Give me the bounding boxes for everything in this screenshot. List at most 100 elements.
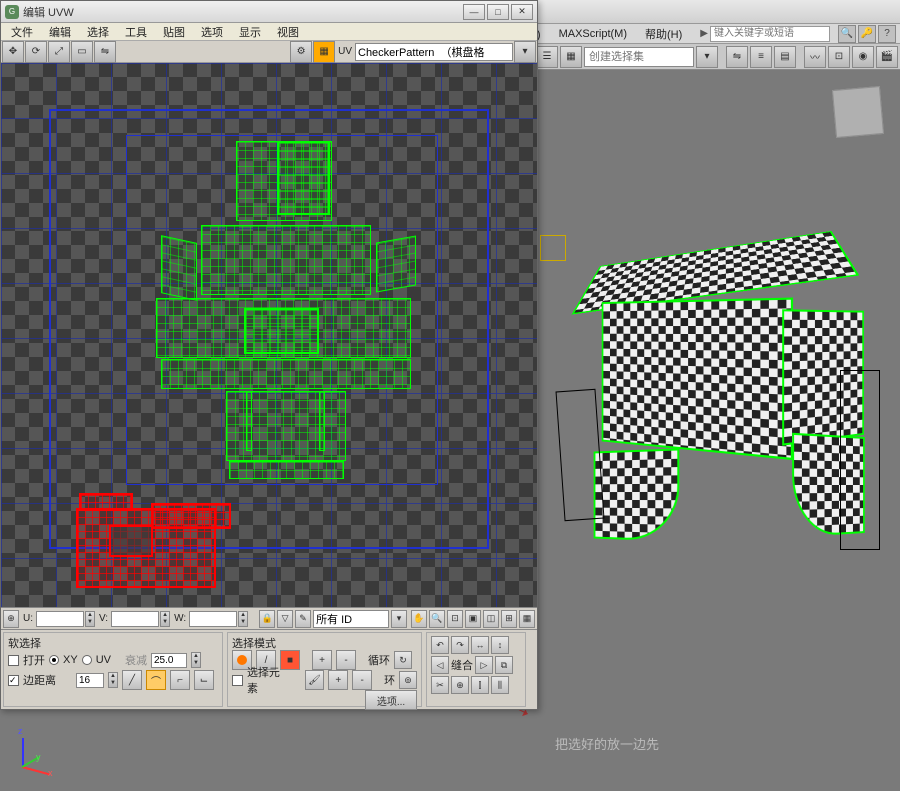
tool-material-icon[interactable]: ◉	[852, 46, 874, 68]
v-input[interactable]	[111, 611, 159, 627]
menu-maxscript[interactable]: MAXScript(M)	[551, 26, 635, 42]
paint-select-icon[interactable]: 🖌	[305, 670, 325, 690]
menu-display[interactable]: 显示	[231, 22, 269, 42]
show-map-icon[interactable]: ▦	[313, 41, 335, 63]
u-input[interactable]	[36, 611, 84, 627]
abs-rel-toggle-icon[interactable]: ⊕	[3, 610, 19, 628]
options-button[interactable]: 选项...	[365, 690, 417, 710]
falloff-spinner[interactable]: ▲▼	[191, 652, 201, 668]
binoculars-icon[interactable]: 🔍	[838, 25, 856, 43]
uv-shell-bumper[interactable]	[161, 359, 411, 389]
falloff-smooth-icon[interactable]: ⌒	[146, 670, 166, 690]
edge-dist-input[interactable]	[76, 673, 104, 688]
uv-shell-cab-window[interactable]	[277, 141, 330, 215]
key-icon[interactable]: 🔑	[858, 25, 876, 43]
dropdown-arrow-icon[interactable]: ▾	[696, 46, 718, 68]
v-spinner[interactable]: ▲▼	[160, 611, 170, 627]
viewcube[interactable]	[832, 86, 884, 138]
flip-v-icon[interactable]: ↕	[491, 636, 509, 654]
close-button[interactable]: ✕	[511, 4, 533, 20]
weld-icon[interactable]: ⊕	[451, 676, 469, 694]
align-u-icon[interactable]: ⫿	[471, 676, 489, 694]
zoom-region-icon[interactable]: ⊡	[447, 610, 463, 628]
uv-shell-side-right[interactable]	[376, 235, 416, 292]
texture-dropdown-arrow-icon[interactable]: ▾	[514, 41, 536, 63]
search-input[interactable]	[710, 26, 830, 42]
snap-icon[interactable]: ⊞	[501, 610, 517, 628]
menu-tool[interactable]: 工具	[117, 22, 155, 42]
uv-shell-upper-body[interactable]	[201, 225, 371, 295]
uvw-canvas[interactable]	[1, 63, 537, 607]
falloff-input[interactable]	[151, 653, 187, 668]
grow-button[interactable]: +	[312, 650, 332, 670]
minimize-button[interactable]: —	[463, 4, 485, 20]
tool-named-sel-icon[interactable]: ☰	[536, 46, 558, 68]
uv-shell-strut-right[interactable]	[319, 391, 325, 451]
freeform-tool-icon[interactable]: ▭	[71, 41, 93, 63]
loop-button-icon[interactable]: ↻	[394, 651, 412, 669]
tool-sel-filter-icon[interactable]: ▦	[560, 46, 582, 68]
menu-options[interactable]: 选项	[193, 22, 231, 42]
edge-dist-checkbox[interactable]	[8, 675, 19, 686]
id-dropdown-arrow-icon[interactable]: ▾	[391, 610, 407, 628]
falloff-linear-icon[interactable]: ╱	[122, 670, 142, 690]
u-spinner[interactable]: ▲▼	[85, 611, 95, 627]
zoom-extents-sel-icon[interactable]: ◫	[483, 610, 499, 628]
stitch-right-icon[interactable]: ▷	[475, 656, 493, 674]
grid-snap-icon[interactable]: ▦	[519, 610, 535, 628]
rotate-cw-icon[interactable]: ↷	[451, 636, 469, 654]
uv-shell-grille[interactable]	[244, 308, 319, 354]
info-icon[interactable]: ?	[878, 25, 896, 43]
paint-grow-icon[interactable]: +	[328, 670, 348, 690]
options-gear-icon[interactable]: ⚙	[290, 41, 312, 63]
filter-sel-icon[interactable]: ▽	[277, 610, 293, 628]
move-tool-icon[interactable]: ✥	[2, 41, 24, 63]
selection-set-dropdown[interactable]	[584, 47, 694, 67]
tool-mirror-icon[interactable]: ⇋	[726, 46, 748, 68]
w-input[interactable]	[189, 611, 237, 627]
ring-button-icon[interactable]: ⊚	[399, 671, 417, 689]
menu-select[interactable]: 选择	[79, 22, 117, 42]
stitch-tool-icon[interactable]: ⧉	[495, 656, 513, 674]
paint-shrink-icon[interactable]: -	[352, 670, 372, 690]
zoom-extents-icon[interactable]: ▣	[465, 610, 481, 628]
uvw-titlebar[interactable]: G 编辑 UVW — □ ✕	[1, 1, 537, 23]
break-icon[interactable]: ✂	[431, 676, 449, 694]
menu-texture[interactable]: 贴图	[155, 22, 193, 42]
uv-radio[interactable]	[82, 655, 92, 665]
pan-icon[interactable]: ✋	[411, 610, 427, 628]
uv-shell-strut-left[interactable]	[246, 391, 252, 451]
align-v-icon[interactable]: ⫼	[491, 676, 509, 694]
maximize-button[interactable]: □	[487, 4, 509, 20]
rotate-tool-icon[interactable]: ⟳	[25, 41, 47, 63]
menu-file[interactable]: 文件	[3, 22, 41, 42]
lock-sel-icon[interactable]: 🔒	[259, 610, 275, 628]
tool-schematic-icon[interactable]: ⊡	[828, 46, 850, 68]
texture-dropdown[interactable]	[355, 43, 513, 61]
falloff-slow-icon[interactable]: ⌐	[170, 670, 190, 690]
stitch-left-icon[interactable]: ◁	[431, 656, 449, 674]
tool-align-icon[interactable]: ≡	[750, 46, 772, 68]
flip-h-icon[interactable]: ↔	[471, 636, 489, 654]
falloff-fast-icon[interactable]: ⌙	[194, 670, 214, 690]
menu-edit[interactable]: 编辑	[41, 22, 79, 42]
tool-curve-editor-icon[interactable]: 〰	[804, 46, 826, 68]
open-checkbox[interactable]	[8, 655, 19, 666]
tool-render-setup-icon[interactable]: 🎬	[876, 46, 898, 68]
material-id-dropdown[interactable]	[313, 610, 389, 628]
scale-tool-icon[interactable]: ⤢	[48, 41, 70, 63]
rotate-ccw-icon[interactable]: ↶	[431, 636, 449, 654]
xy-radio[interactable]	[49, 655, 59, 665]
uv-shell-bottom[interactable]	[229, 461, 344, 479]
edge-dist-spinner[interactable]: ▲▼	[108, 672, 118, 688]
uv-selected-shell-window-hole[interactable]	[109, 525, 153, 557]
menu-view[interactable]: 视图	[269, 22, 307, 42]
menu-help[interactable]: 帮助(H)	[637, 24, 690, 44]
mirror-tool-icon[interactable]: ⇋	[94, 41, 116, 63]
uv-shell-side-left[interactable]	[161, 235, 197, 301]
w-spinner[interactable]: ▲▼	[238, 611, 248, 627]
uv-shell-lower[interactable]	[226, 391, 346, 461]
shrink-button[interactable]: -	[336, 650, 356, 670]
tool-layers-icon[interactable]: ▤	[774, 46, 796, 68]
select-element-checkbox[interactable]	[232, 675, 243, 686]
